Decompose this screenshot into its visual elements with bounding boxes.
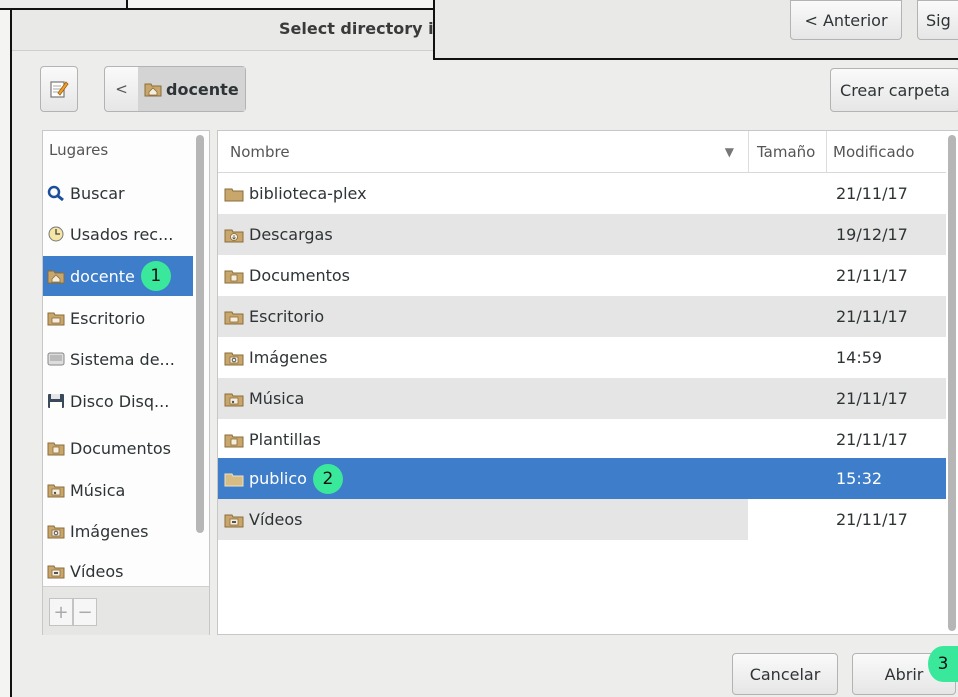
table-row[interactable]: Documentos 21/11/17 [218,255,946,296]
home-folder-icon [47,270,65,284]
previous-button[interactable]: < Anterior [790,0,902,40]
file-name: Música [249,389,305,408]
sidebar-item-label: Música [70,480,126,500]
file-name: Imágenes [249,348,328,367]
table-row[interactable]: Vídeos 21/11/17 [218,499,946,540]
edit-pencil-icon [50,81,69,98]
table-row[interactable]: Música 21/11/17 [218,378,946,419]
file-modified: 15:32 [836,469,883,488]
sidebar-item-floppy[interactable]: Disco Disq... [43,381,193,421]
sidebar-item-label: Imágenes [70,521,149,541]
sidebar-item-label: Usados rec... [70,224,174,244]
sidebar-item-label: Disco Disq... [70,391,170,411]
file-chooser-dialog: Select directory in < docente Crear carp… [10,8,958,697]
path-current-folder-label: docente [166,79,239,99]
file-name: biblioteca-plex [249,184,367,203]
sidebar-item-docente[interactable]: docente 1 [43,256,193,296]
chevron-down-icon: ▼ [724,144,734,159]
folder-icon [224,188,244,201]
sidebar-item-system[interactable]: Sistema de... [43,339,193,379]
sidebar-item-label: Escritorio [70,308,146,328]
path-bar: < docente [104,66,246,112]
table-row[interactable]: Plantillas 21/11/17 [218,419,946,460]
path-back-button[interactable]: < [105,67,139,111]
column-name-label: Nombre [230,142,290,161]
sidebar-item-recent[interactable]: Usados rec... [43,214,193,254]
file-name: Escritorio [249,307,325,326]
file-modified: 21/11/17 [748,378,946,419]
file-modified: 21/11/17 [836,266,908,285]
music-folder-icon [47,484,65,498]
music-folder-icon [224,393,244,406]
sidebar-item-label: Documentos [70,438,172,458]
annotation-badge-3: 3 [928,646,958,682]
sidebar-scrollbar[interactable] [196,135,204,533]
videos-folder-icon [47,565,65,579]
home-folder-icon [144,83,162,97]
table-row[interactable]: Escritorio 21/11/17 [218,296,946,337]
sidebar-item-label: Buscar [70,183,125,203]
sidebar-item-documentos[interactable]: Documentos [43,428,193,468]
file-name: Descargas [249,225,333,244]
file-modified: 21/11/17 [748,499,946,540]
sidebar-item-label: docente [70,266,135,286]
documents-folder-icon [224,270,244,283]
documents-folder-icon [47,442,65,456]
floppy-icon [48,394,64,408]
file-modified: 21/11/17 [748,296,946,337]
sidebar-item-imagenes[interactable]: Imágenes [43,511,193,551]
file-name: Plantillas [249,430,321,449]
places-sidebar: Lugares Buscar Usados rec... docente 1 E… [42,130,210,635]
desktop-folder-icon [47,312,65,326]
drive-icon [47,352,65,366]
table-row-selected[interactable]: publico 2 15:32 [218,458,946,499]
sidebar-item-label: Sistema de... [70,349,175,369]
file-modified: 21/11/17 [836,184,908,203]
remove-bookmark-button[interactable]: − [73,598,97,626]
pictures-folder-icon [224,352,244,365]
table-row[interactable]: Imágenes 14:59 [218,337,946,378]
column-header-modified[interactable]: Modificado [826,131,946,173]
pictures-folder-icon [47,525,65,539]
create-folder-button[interactable]: Crear carpeta [830,68,958,112]
file-name: Documentos [249,266,351,285]
annotation-badge-2: 2 [312,463,343,494]
downloads-folder-icon [224,229,244,242]
sidebar-item-videos[interactable]: Vídeos [43,551,193,591]
clock-icon [48,226,64,242]
file-modified: 19/12/17 [748,214,946,255]
table-row[interactable]: biblioteca-plex 21/11/17 [218,173,946,214]
background-window: < Anterior Sig [433,0,958,60]
file-name: Vídeos [249,510,303,529]
sidebar-item-buscar[interactable]: Buscar [43,173,193,213]
file-name: publico [249,469,307,488]
sidebar-item-musica[interactable]: Música [43,470,193,510]
templates-folder-icon [224,434,244,447]
column-header-name[interactable]: Nombre ▼ [218,131,748,173]
add-bookmark-button[interactable]: + [49,598,73,626]
column-header-size[interactable]: Tamaño [748,131,826,173]
sidebar-item-label: Vídeos [70,561,124,581]
column-modified-label: Modificado [833,142,915,161]
file-list-scrollbar[interactable] [948,135,956,631]
search-icon [47,185,64,201]
annotation-badge-1: 1 [140,261,171,291]
folder-icon [224,473,244,486]
table-row[interactable]: Descargas 19/12/17 [218,214,946,255]
desktop-folder-icon [224,311,244,324]
column-size-label: Tamaño [757,142,816,161]
file-modified: 21/11/17 [836,430,908,449]
sidebar-item-escritorio[interactable]: Escritorio [43,298,193,338]
file-list: Nombre ▼ Tamaño Modificado biblioteca-pl… [217,130,958,635]
file-modified: 14:59 [836,348,883,367]
path-current-folder-button[interactable]: docente [138,67,245,111]
places-header: Lugares [49,141,109,159]
cancel-button[interactable]: Cancelar [732,653,838,695]
next-button[interactable]: Sig [917,0,958,40]
location-edit-button[interactable] [40,66,78,112]
videos-folder-icon [224,514,244,527]
sidebar-toolbar: + − [43,586,209,635]
window-title: Select directory in [279,19,445,38]
